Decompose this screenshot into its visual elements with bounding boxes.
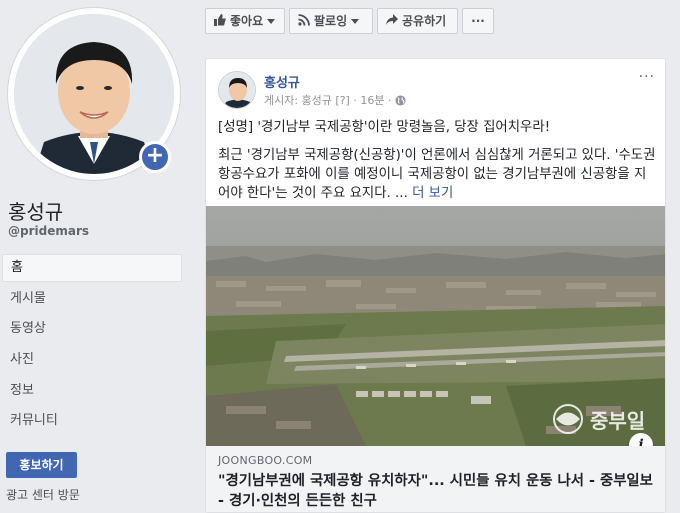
link-title[interactable]: "경기남부권에 국제공항 유치하자"... 시민들 유치 운동 나서 - 중부일…	[218, 471, 655, 511]
sidebar-item-home[interactable]: 홈	[2, 254, 182, 282]
chevron-down-icon	[351, 19, 360, 24]
follow-label: 팔로잉	[314, 14, 348, 28]
image-watermark: 중부일	[590, 410, 645, 433]
post-meta-text: 게시자: 홍성규 [?] · 16분 ·	[264, 94, 392, 107]
sidebar-item-posts[interactable]: 게시물	[2, 285, 182, 313]
ad-center-link[interactable]: 광고 센터 방문	[6, 486, 80, 503]
like-label: 좋아요	[230, 14, 264, 28]
page-sidebar: + 홍성규 @pridemars 홈 게시물 동영상 사진 정보 커뮤니티 홍보…	[0, 0, 192, 513]
link-preview[interactable]: JOONGBOO.COM "경기남부권에 국제공항 유치하자"... 시민들 유…	[206, 446, 665, 512]
sidebar-item-community[interactable]: 커뮤니티	[2, 407, 182, 435]
chevron-down-icon	[267, 19, 276, 24]
see-more-link[interactable]: 더 보기	[412, 186, 453, 201]
link-preview-image[interactable]: 중부일	[206, 206, 665, 446]
post-avatar[interactable]	[218, 71, 256, 109]
post-author[interactable]: 홍성규	[264, 72, 300, 91]
rss-icon	[298, 10, 310, 34]
like-button[interactable]: 좋아요	[205, 8, 285, 34]
globe-icon	[395, 95, 406, 109]
promote-button[interactable]: 홍보하기	[6, 452, 77, 478]
post-meta: 게시자: 홍성규 [?] · 16분 ·	[264, 92, 406, 109]
post-card: 홍성규 게시자: 홍성규 [?] · 16분 · ··· [성명] '경기남부 …	[205, 58, 666, 513]
post-options-button[interactable]: ···	[639, 69, 655, 85]
share-arrow-icon	[386, 10, 398, 34]
sidebar-item-photos[interactable]: 사진	[2, 346, 182, 374]
sidebar-item-videos[interactable]: 동영상	[2, 315, 182, 343]
post-paragraph: 최근 '경기남부 국제공항(신공항)'이 언론에서 심심찮게 거론되고 있다. …	[218, 146, 658, 203]
add-icon[interactable]: +	[139, 141, 171, 173]
follow-button[interactable]: 팔로잉	[289, 8, 373, 34]
link-domain: JOONGBOO.COM	[218, 454, 313, 467]
post-headline: [성명] '경기남부 국제공항'이란 망령놀음, 당장 집어치우라!	[218, 120, 551, 135]
page-title: 홍성규	[8, 200, 64, 224]
more-options-button[interactable]: ···	[462, 8, 494, 34]
share-label: 공유하기	[402, 14, 447, 28]
share-button[interactable]: 공유하기	[377, 8, 458, 34]
page-handle[interactable]: @pridemars	[8, 224, 89, 238]
sidebar-item-about[interactable]: 정보	[2, 377, 182, 405]
post-text: [성명] '경기남부 국제공항'이란 망령놀음, 당장 집어치우라! 최근 '경…	[218, 118, 658, 212]
thumbs-up-icon	[214, 10, 226, 34]
